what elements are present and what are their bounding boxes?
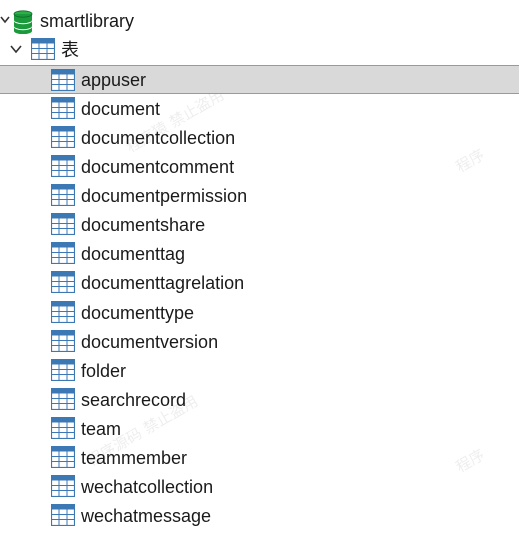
table-name: documenttype bbox=[81, 302, 195, 323]
database-icon bbox=[13, 10, 33, 34]
table-row[interactable]: searchrecord bbox=[0, 385, 519, 414]
table-icon bbox=[51, 330, 75, 352]
table-name: document bbox=[81, 98, 161, 119]
table-row[interactable]: documentpermission bbox=[0, 181, 519, 210]
tree-node-database[interactable]: smartlibrary bbox=[0, 6, 519, 35]
table-row[interactable]: wechatmessage bbox=[0, 501, 519, 530]
table-icon bbox=[51, 446, 75, 468]
table-row[interactable]: documentcollection bbox=[0, 123, 519, 152]
table-name: searchrecord bbox=[81, 389, 187, 410]
tree-node-tables-group[interactable]: 表 bbox=[0, 35, 519, 64]
table-row[interactable]: folder bbox=[0, 356, 519, 385]
table-row[interactable]: documenttype bbox=[0, 298, 519, 327]
table-icon bbox=[51, 97, 75, 119]
table-row[interactable]: teammember bbox=[0, 443, 519, 472]
table-name: documentversion bbox=[81, 331, 219, 352]
table-name: documenttag bbox=[81, 243, 186, 264]
table-name: teammember bbox=[81, 447, 188, 468]
tables-group-label: 表 bbox=[61, 39, 79, 60]
table-icon bbox=[51, 126, 75, 148]
table-row[interactable]: team bbox=[0, 414, 519, 443]
database-name: smartlibrary bbox=[40, 10, 135, 31]
table-name: wechatcollection bbox=[81, 476, 214, 497]
table-folder-icon bbox=[31, 38, 55, 60]
table-row[interactable]: documenttag bbox=[0, 239, 519, 268]
table-row[interactable]: documenttagrelation bbox=[0, 268, 519, 297]
table-icon bbox=[51, 155, 75, 177]
table-name: wechatmessage bbox=[81, 505, 212, 526]
table-icon bbox=[51, 69, 75, 91]
table-name: appuser bbox=[81, 69, 147, 90]
table-icon bbox=[51, 359, 75, 381]
table-row[interactable]: document bbox=[0, 94, 519, 123]
table-icon bbox=[51, 475, 75, 497]
table-name: documentcollection bbox=[81, 127, 236, 148]
table-icon bbox=[51, 213, 75, 235]
table-name: folder bbox=[81, 360, 127, 381]
table-name: documentpermission bbox=[81, 185, 248, 206]
table-icon bbox=[51, 242, 75, 264]
chevron-down-icon[interactable] bbox=[0, 14, 10, 26]
chevron-down-icon[interactable] bbox=[10, 43, 22, 55]
table-name: documenttagrelation bbox=[81, 272, 245, 293]
table-icon bbox=[51, 504, 75, 526]
table-icon bbox=[51, 417, 75, 439]
navigator-tree: 程序猿 禁止盗用 程序 程序源码 禁止盗用 程序 smartlibrary 表 … bbox=[0, 0, 519, 534]
table-row[interactable]: documentcomment bbox=[0, 152, 519, 181]
table-icon bbox=[51, 388, 75, 410]
table-row[interactable]: documentshare bbox=[0, 210, 519, 239]
table-icon bbox=[51, 271, 75, 293]
table-row[interactable]: wechatcollection bbox=[0, 472, 519, 501]
table-name: documentcomment bbox=[81, 156, 235, 177]
table-icon bbox=[51, 184, 75, 206]
table-name: documentshare bbox=[81, 214, 206, 235]
table-icon bbox=[51, 301, 75, 323]
table-name: team bbox=[81, 418, 122, 439]
table-row[interactable]: appuser bbox=[0, 65, 519, 94]
table-row[interactable]: documentversion bbox=[0, 327, 519, 356]
